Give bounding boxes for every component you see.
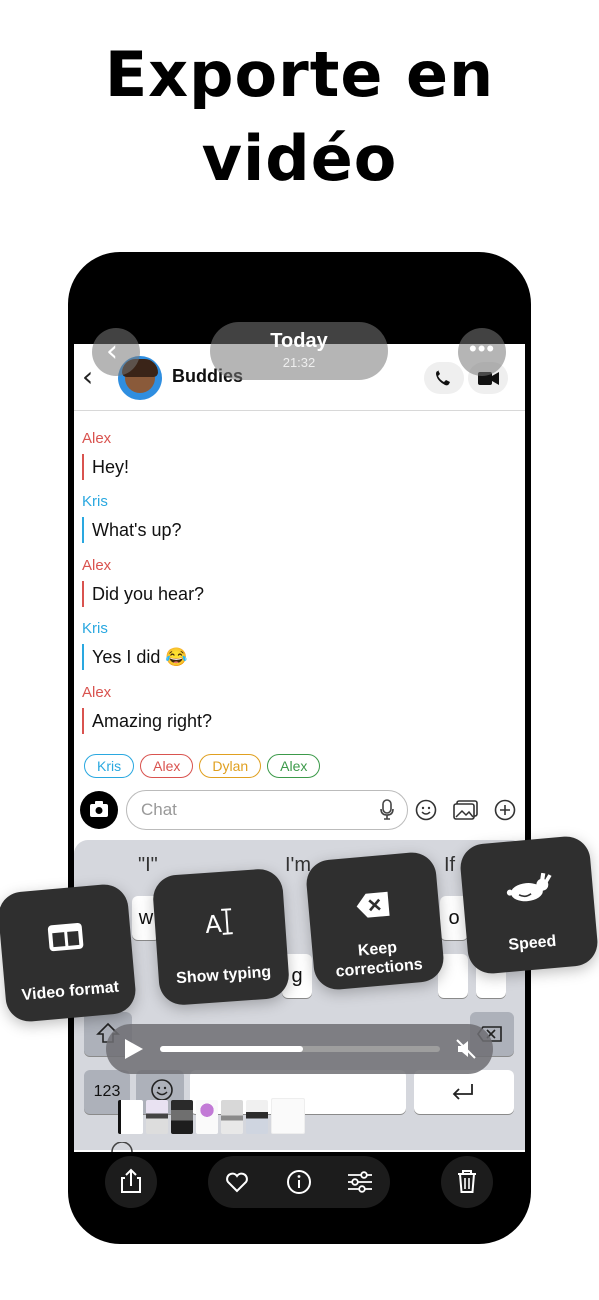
- frame-thumbnail: [171, 1100, 193, 1134]
- svg-text:A: A: [204, 910, 223, 939]
- return-key[interactable]: [414, 1070, 514, 1114]
- feature-card-keep-corrections[interactable]: Keep corrections: [304, 850, 446, 992]
- feature-label: Video format: [21, 978, 120, 1005]
- show-typing-icon: A: [204, 908, 233, 939]
- add-icon[interactable]: [494, 799, 516, 821]
- camera-icon: [90, 801, 108, 817]
- frame-thumbnail: [246, 1100, 268, 1134]
- sliders-icon[interactable]: [346, 1169, 374, 1195]
- message-5: Alex Amazing right?: [82, 684, 212, 734]
- toolbar-actions: [208, 1156, 390, 1208]
- progress-fill: [160, 1046, 303, 1052]
- participant-chips: Kris Alex Dylan Alex: [84, 754, 326, 778]
- frame-thumbnail: [196, 1100, 218, 1134]
- keyboard-suggestion[interactable]: "I": [138, 854, 158, 877]
- participant-chip[interactable]: Alex: [267, 754, 321, 778]
- feature-card-show-typing[interactable]: A Show typing: [151, 867, 291, 1007]
- message-text: Did you hear?: [82, 581, 204, 607]
- ellipsis-icon: •••: [469, 336, 496, 361]
- message-text: Amazing right?: [82, 708, 212, 734]
- camera-button[interactable]: [80, 791, 118, 829]
- message-3: Alex Did you hear?: [82, 557, 204, 607]
- feature-card-speed[interactable]: Speed: [458, 834, 599, 976]
- keyboard-suggestion[interactable]: If: [444, 854, 455, 877]
- phone-icon: [436, 370, 450, 386]
- message-sender: Kris: [82, 493, 108, 510]
- date-pill: Today 21:32: [210, 322, 388, 380]
- feature-label: Show typing: [175, 963, 272, 988]
- return-icon: [452, 1084, 473, 1100]
- back-arrow-icon: ‹: [106, 334, 118, 369]
- chat-input[interactable]: Chat: [126, 790, 408, 830]
- mute-icon[interactable]: [454, 1037, 478, 1061]
- delete-key-icon: [356, 891, 390, 918]
- progress-track[interactable]: [160, 1046, 440, 1052]
- time-label: 21:32: [282, 355, 316, 370]
- globe-icon[interactable]: [110, 1142, 134, 1152]
- back-chevron-icon[interactable]: ‹: [82, 360, 93, 393]
- participant-chip[interactable]: Kris: [84, 754, 135, 778]
- heart-icon[interactable]: [224, 1170, 250, 1194]
- participant-chip[interactable]: Dylan: [199, 754, 262, 778]
- microphone-icon[interactable]: [379, 799, 395, 821]
- frame-thumbnails[interactable]: [118, 1098, 308, 1134]
- share-button[interactable]: [105, 1156, 157, 1208]
- message-sender: Alex: [82, 684, 112, 701]
- frame-thumbnail: [221, 1100, 243, 1134]
- overlay-back-button[interactable]: ‹: [92, 328, 140, 376]
- video-player-bar: [106, 1024, 493, 1074]
- message-sender: Alex: [82, 430, 112, 447]
- more-options-button[interactable]: •••: [458, 328, 506, 376]
- message-4: Kris Yes I did 😂: [82, 620, 188, 670]
- message-sender: Kris: [82, 620, 108, 637]
- feature-label: Speed: [507, 932, 558, 954]
- message-2: Kris What's up?: [82, 493, 181, 543]
- feature-card-video-format[interactable]: Video format: [0, 882, 138, 1024]
- delete-button[interactable]: [441, 1156, 493, 1208]
- trash-icon: [458, 1170, 476, 1193]
- emoji-icon[interactable]: [415, 799, 437, 821]
- message-sender: Alex: [82, 557, 112, 574]
- video-format-icon: [47, 922, 84, 952]
- message-text: Hey!: [82, 454, 129, 480]
- rabbit-icon: [506, 872, 552, 902]
- chat-input-placeholder: Chat: [141, 800, 177, 819]
- voice-call-button[interactable]: [424, 362, 464, 394]
- feature-label: Keep corrections: [334, 939, 424, 981]
- message-text: What's up?: [82, 517, 181, 543]
- date-label: Today: [270, 330, 328, 352]
- frame-thumbnail: [118, 1100, 143, 1134]
- headline-line-2: vidéo: [201, 122, 398, 195]
- info-icon[interactable]: [286, 1169, 312, 1195]
- gallery-icon[interactable]: [453, 799, 479, 821]
- play-icon[interactable]: [122, 1038, 144, 1060]
- frame-thumbnail: [146, 1100, 168, 1134]
- participant-chip[interactable]: Alex: [140, 754, 194, 778]
- keyboard-suggestion[interactable]: I'm: [285, 854, 311, 877]
- message-1: Alex Hey!: [82, 430, 129, 480]
- share-icon: [121, 1168, 141, 1193]
- headline-line-1: Exporte en: [104, 38, 495, 111]
- message-text: Yes I did 😂: [82, 644, 188, 670]
- frame-thumbnail: [271, 1098, 305, 1134]
